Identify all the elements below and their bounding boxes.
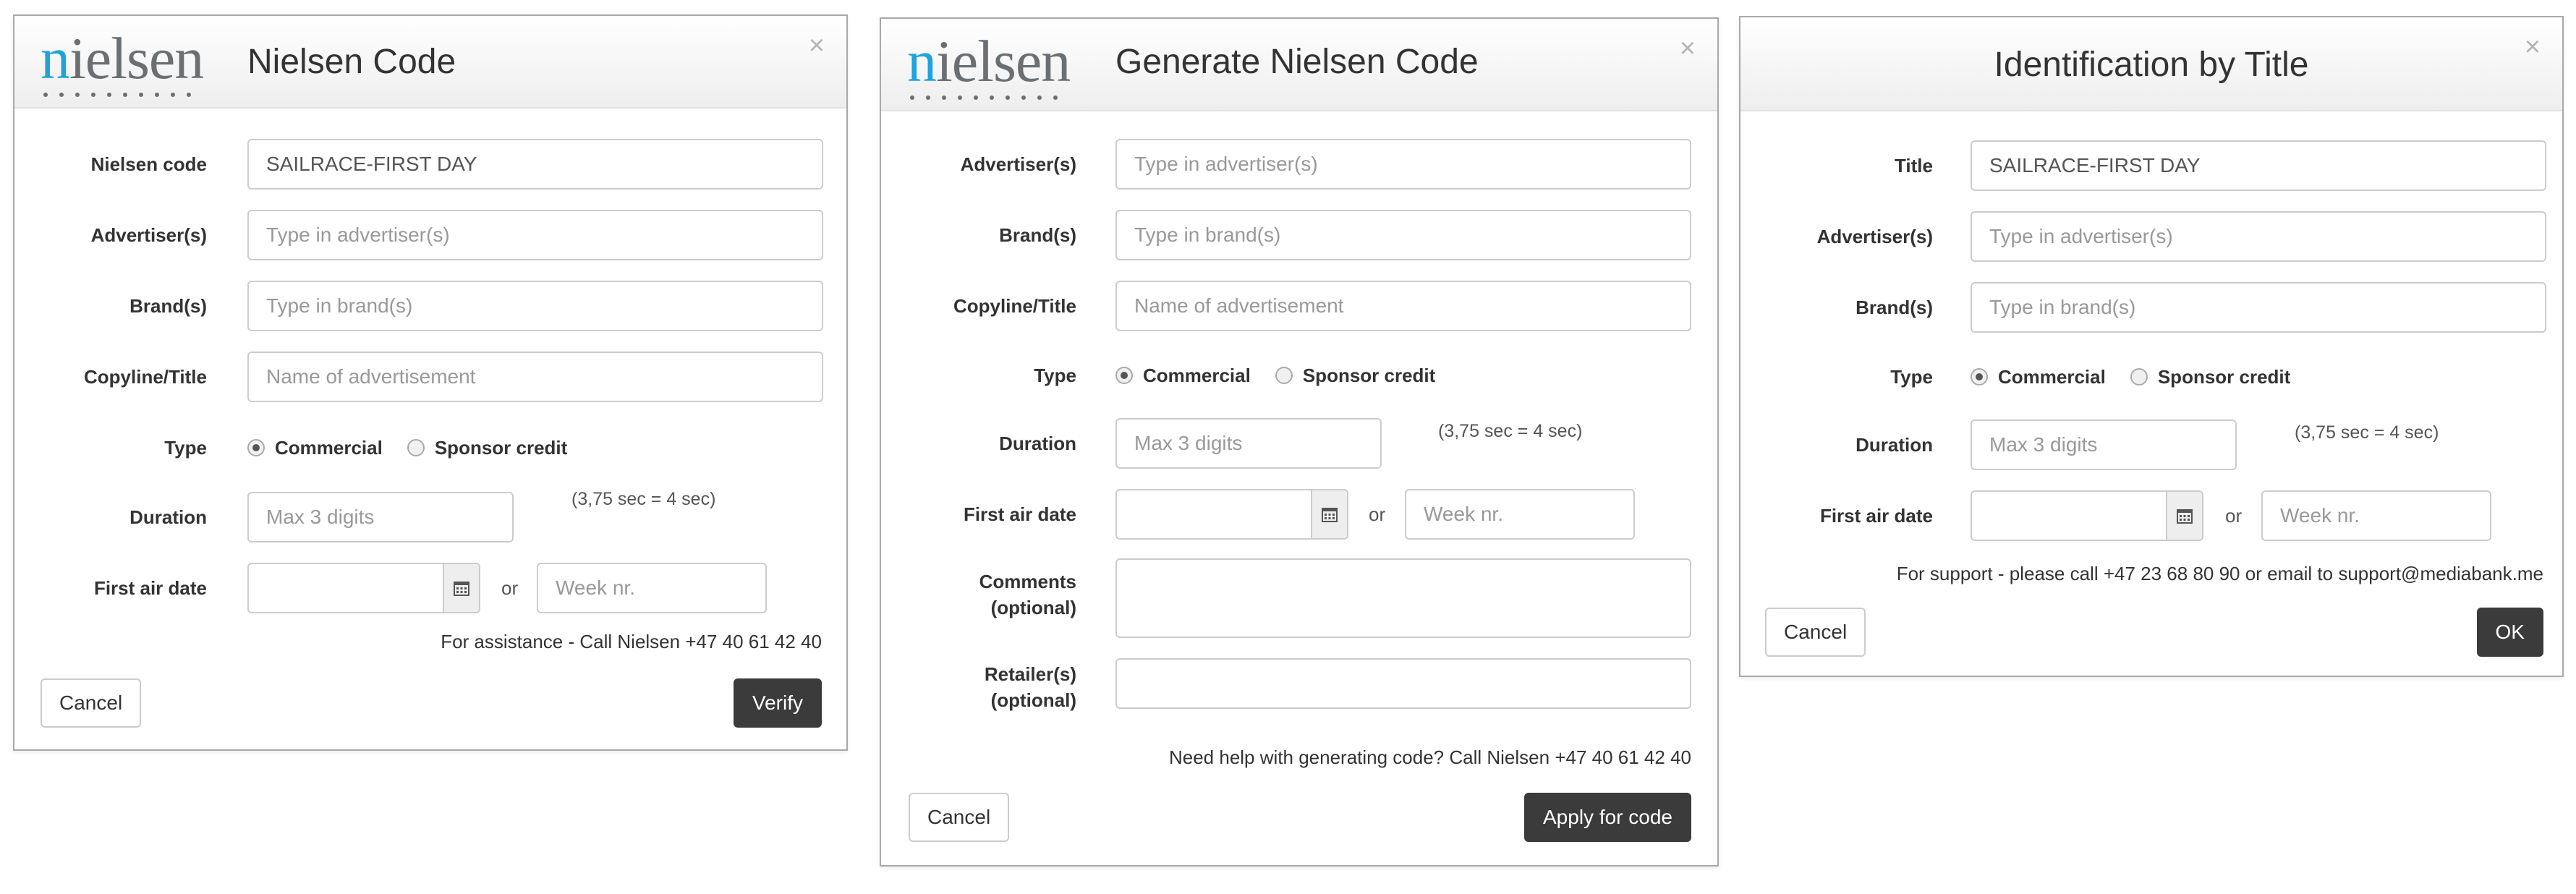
type-label: Type [164,437,207,459]
ok-button[interactable]: OK [2476,608,2543,657]
verify-button[interactable]: Verify [733,678,822,728]
first-air-date-label: First air date [1819,505,1933,527]
week-number-input[interactable]: Week nr. [1405,489,1635,540]
nielsen-logo: nielsen [907,32,1074,104]
first-air-date-label: First air date [963,503,1076,525]
commercial-radio[interactable] [1971,368,1988,386]
support-text: For support - please call +47 23 68 80 9… [1896,563,2543,584]
advertisers-input[interactable]: Type in advertiser(s) [1115,139,1691,190]
advertisers-input[interactable]: Type in advertiser(s) [1971,211,2546,262]
retailers-label: Retailer(s) (optional) [984,663,1076,711]
week-number-input[interactable]: Week nr. [537,563,767,613]
sponsor-credit-radio[interactable] [407,439,425,456]
dialog-header: Identification by Title × [1740,17,2562,111]
cancel-button[interactable]: Cancel [41,678,142,728]
duration-label: Duration [1856,434,1933,456]
brands-label: Brand(s) [999,224,1076,246]
nielsen-logo: nielsen [41,29,207,101]
brands-input[interactable]: Type in brand(s) [1971,282,2546,333]
help-text: Need help with generating code? Call Nie… [1168,746,1691,768]
calendar-icon[interactable] [1311,490,1347,538]
commercial-radio[interactable] [247,439,265,456]
advertisers-input[interactable]: Type in advertiser(s) [247,210,823,260]
commercial-radio-label[interactable]: Commercial [275,437,383,459]
copyline-label: Copyline/Title [84,366,207,388]
dialog-title: Nielsen Code [247,43,456,81]
or-text: or [501,577,519,599]
brands-input[interactable]: Type in brand(s) [1115,210,1691,260]
duration-label: Duration [129,506,207,528]
first-air-date-input[interactable] [1115,489,1348,540]
advertisers-label: Advertiser(s) [1816,226,1933,247]
cancel-button[interactable]: Cancel [1765,608,1866,657]
copyline-input[interactable]: Name of advertisement [1115,281,1691,331]
cancel-button[interactable]: Cancel [909,793,1010,842]
nielsen-code-label: Nielsen code [90,153,207,175]
dialog-title: Generate Nielsen Code [1115,43,1479,81]
duration-label: Duration [999,433,1076,454]
title-label: Title [1895,155,1933,176]
calendar-icon[interactable] [2166,492,2202,540]
week-number-input[interactable]: Week nr. [2261,490,2491,541]
advertisers-label: Advertiser(s) [960,153,1076,175]
comments-label: Comments (optional) [979,571,1076,618]
type-label: Type [1034,365,1076,386]
type-radio-group: Commercial Sponsor credit [1115,350,1450,401]
close-icon[interactable]: × [2525,33,2541,61]
sponsor-credit-radio-label[interactable]: Sponsor credit [435,437,567,459]
duration-hint: (3,75 sec = 4 sec) [1438,421,1583,441]
copyline-input[interactable]: Name of advertisement [247,352,823,402]
brands-input[interactable]: Type in brand(s) [247,281,823,331]
duration-hint: (3,75 sec = 4 sec) [571,489,716,509]
close-icon[interactable]: × [1680,35,1696,62]
commercial-radio-label[interactable]: Commercial [1998,366,2106,388]
or-text: or [1369,503,1386,525]
type-label: Type [1890,366,1933,388]
commercial-radio-label[interactable]: Commercial [1143,365,1251,387]
dialog-header: nielsen Generate Nielsen Code × [881,19,1717,111]
calendar-icon[interactable] [443,564,479,612]
sponsor-credit-radio-label[interactable]: Sponsor credit [2158,366,2290,388]
nielsen-code-input[interactable]: SAILRACE-FIRST DAY [247,139,823,190]
advertisers-label: Advertiser(s) [90,224,207,246]
retailers-input[interactable] [1115,658,1691,709]
close-icon[interactable]: × [809,32,825,59]
nielsen-code-dialog: nielsen Nielsen Code × Nielsen code SAIL… [13,14,848,751]
type-radio-group: Commercial Sponsor credit [247,422,582,473]
duration-input[interactable]: Max 3 digits [247,492,514,542]
dialog-header: nielsen Nielsen Code × [14,16,846,108]
assistance-text: For assistance - Call Nielsen +47 40 61 … [441,631,822,652]
title-input[interactable]: SAILRACE-FIRST DAY [1971,140,2546,191]
sponsor-credit-radio[interactable] [1275,367,1293,384]
type-radio-group: Commercial Sponsor credit [1971,352,2305,402]
duration-hint: (3,75 sec = 4 sec) [2295,422,2439,443]
comments-textarea[interactable] [1115,558,1691,638]
brands-label: Brand(s) [129,295,207,317]
first-air-date-input[interactable] [247,563,480,613]
identification-by-title-dialog: Identification by Title × Title SAILRACE… [1739,16,2564,677]
duration-input[interactable]: Max 3 digits [1115,418,1382,469]
first-air-date-input[interactable] [1971,490,2203,541]
or-text: or [2225,505,2243,527]
dialog-title: Identification by Title [1994,46,2309,84]
copyline-label: Copyline/Title [953,295,1076,317]
apply-for-code-button[interactable]: Apply for code [1524,793,1691,842]
first-air-date-label: First air date [93,577,207,599]
duration-input[interactable]: Max 3 digits [1971,420,2237,470]
generate-nielsen-code-dialog: nielsen Generate Nielsen Code × Advertis… [880,17,1719,867]
commercial-radio[interactable] [1115,367,1133,384]
sponsor-credit-radio[interactable] [2130,368,2148,386]
sponsor-credit-radio-label[interactable]: Sponsor credit [1303,365,1435,387]
brands-label: Brand(s) [1856,297,1933,318]
